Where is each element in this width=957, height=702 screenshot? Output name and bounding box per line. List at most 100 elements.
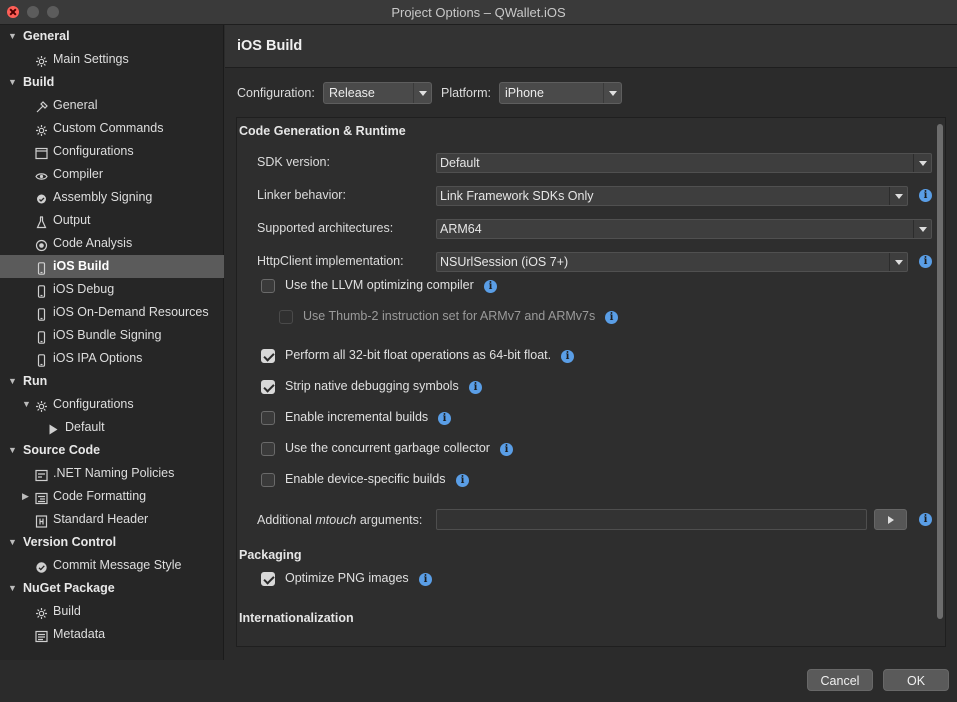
checkbox-label: Enable incremental builds xyxy=(285,410,429,424)
sidebar-item-label: Default xyxy=(65,420,105,434)
sidebar-item-build[interactable]: Build xyxy=(0,600,224,623)
disclosure-triangle-icon[interactable]: ▼ xyxy=(8,531,18,554)
cancel-button[interactable]: Cancel xyxy=(807,669,873,691)
page-title: iOS Build xyxy=(237,38,303,54)
phone-icon xyxy=(35,283,48,298)
phone-icon xyxy=(35,260,48,275)
sidebar-item-metadata[interactable]: Metadata xyxy=(0,623,224,646)
checkbox[interactable] xyxy=(261,442,275,456)
checkbox-checked[interactable] xyxy=(261,380,275,394)
info-icon[interactable]: i xyxy=(456,474,469,487)
sidebar-item-label: Metadata xyxy=(53,627,106,641)
sidebar-item-assembly-signing[interactable]: Assembly Signing xyxy=(0,186,224,209)
info-icon[interactable]: i xyxy=(438,412,451,425)
info-icon[interactable]: i xyxy=(484,280,497,293)
sidebar-item-label: Code Analysis xyxy=(53,236,133,250)
sidebar-item-configurations[interactable]: Configurations xyxy=(0,140,224,163)
disclosure-triangle-icon[interactable]: ▼ xyxy=(22,393,32,416)
sidebar-item-label: Standard Header xyxy=(53,512,149,526)
section-internationalization: Internationalization xyxy=(239,611,354,625)
info-icon[interactable]: i xyxy=(919,513,932,526)
eye-icon xyxy=(35,168,48,181)
header-icon xyxy=(35,513,48,528)
phone-icon xyxy=(35,352,48,367)
info-icon[interactable]: i xyxy=(419,573,432,586)
sidebar-item-source-code[interactable]: ▼ Source Code xyxy=(0,439,224,462)
sidebar-item-build[interactable]: ▼ Build xyxy=(0,71,224,94)
checkbox-label: Strip native debugging symbols xyxy=(285,379,459,393)
disclosure-triangle-icon[interactable]: ▼ xyxy=(8,71,18,94)
httpclient-label: HttpClient implementation: xyxy=(257,254,404,268)
sidebar-item-main-settings[interactable]: Main Settings xyxy=(0,48,224,71)
checkbox-checked[interactable] xyxy=(261,572,275,586)
window-icon xyxy=(35,145,48,160)
httpclient-select[interactable]: NSUrlSession (iOS 7+) xyxy=(436,252,908,272)
info-icon[interactable]: i xyxy=(561,350,574,363)
sidebar-item-net-naming-policies[interactable]: .NET Naming Policies xyxy=(0,462,224,485)
checkbox[interactable] xyxy=(261,473,275,487)
httpclient-value: NSUrlSession (iOS 7+) xyxy=(440,255,569,269)
sidebar-item-label: Configurations xyxy=(53,144,134,158)
checkbox[interactable] xyxy=(261,411,275,425)
mtouch-arguments-label: Additional mtouch arguments: xyxy=(257,513,422,527)
content-area: iOS Build Configuration: Release Platfor… xyxy=(225,25,957,660)
sidebar-item-ios-debug[interactable]: iOS Debug xyxy=(0,278,224,301)
sidebar-item-label: Build xyxy=(23,75,55,89)
supported-architectures-value: ARM64 xyxy=(440,222,482,236)
sdk-version-select[interactable]: Default xyxy=(436,153,932,173)
sidebar-item-version-control[interactable]: ▼ Version Control xyxy=(0,531,224,554)
options-panel: Code Generation & Runtime SDK version: D… xyxy=(236,117,946,647)
phone-icon xyxy=(35,306,48,321)
info-icon[interactable]: i xyxy=(919,189,932,202)
linker-behavior-select[interactable]: Link Framework SDKs Only xyxy=(436,186,908,206)
sidebar-item-general[interactable]: ▼ General xyxy=(0,25,224,48)
info-icon[interactable]: i xyxy=(919,255,932,268)
disclosure-triangle-icon[interactable]: ▼ xyxy=(8,439,18,462)
supported-architectures-select[interactable]: ARM64 xyxy=(436,219,932,239)
chevron-down-icon xyxy=(889,253,907,271)
sidebar-item-code-formatting[interactable]: ▶ Code Formatting xyxy=(0,485,224,508)
ok-button[interactable]: OK xyxy=(883,669,949,691)
checkbox-checked[interactable] xyxy=(261,349,275,363)
platform-select[interactable]: iPhone xyxy=(499,82,622,104)
sidebar-item-commit-message-style[interactable]: Commit Message Style xyxy=(0,554,224,577)
sidebar-item-configurations[interactable]: ▼ Configurations xyxy=(0,393,224,416)
sidebar-item-ios-bundle-signing[interactable]: iOS Bundle Signing xyxy=(0,324,224,347)
sidebar-item-default[interactable]: Default xyxy=(0,416,224,439)
configuration-label: Configuration: xyxy=(237,86,315,100)
sidebar-item-nuget-package[interactable]: ▼ NuGet Package xyxy=(0,577,224,600)
sidebar-item-code-analysis[interactable]: Code Analysis xyxy=(0,232,224,255)
window-title: Project Options – QWallet.iOS xyxy=(391,5,566,20)
list-icon xyxy=(35,628,48,643)
sidebar-item-ios-build[interactable]: iOS Build xyxy=(0,255,224,278)
sidebar-item-ios-on-demand-resources[interactable]: iOS On-Demand Resources xyxy=(0,301,224,324)
checkbox[interactable] xyxy=(261,279,275,293)
info-icon[interactable]: i xyxy=(469,381,482,394)
sidebar-item-label: Assembly Signing xyxy=(53,190,153,204)
sidebar-item-label: Main Settings xyxy=(53,52,129,66)
sidebar-item-label: Output xyxy=(53,213,91,227)
disclosure-triangle-icon[interactable]: ▶ xyxy=(22,485,32,508)
sidebar-item-label: General xyxy=(23,29,70,43)
disclosure-triangle-icon[interactable]: ▼ xyxy=(8,25,18,48)
mtouch-arguments-menu-button[interactable] xyxy=(874,509,907,530)
sidebar-item-standard-header[interactable]: Standard Header xyxy=(0,508,224,531)
flask-icon xyxy=(35,214,48,229)
disclosure-triangle-icon[interactable]: ▼ xyxy=(8,370,18,393)
sidebar-item-label: iOS Build xyxy=(53,259,110,273)
configuration-select[interactable]: Release xyxy=(323,82,432,104)
disclosure-triangle-icon[interactable]: ▼ xyxy=(8,577,18,600)
sidebar-item-compiler[interactable]: Compiler xyxy=(0,163,224,186)
sidebar-item-general[interactable]: General xyxy=(0,94,224,117)
sidebar-item-output[interactable]: Output xyxy=(0,209,224,232)
mtouch-arguments-input[interactable] xyxy=(436,509,867,530)
sidebar-item-ios-ipa-options[interactable]: iOS IPA Options xyxy=(0,347,224,370)
mtouch-label-post: arguments: xyxy=(356,513,423,527)
info-icon[interactable]: i xyxy=(605,311,618,324)
sidebar-item-run[interactable]: ▼ Run xyxy=(0,370,224,393)
scrollbar[interactable] xyxy=(937,124,943,619)
sidebar-item-custom-commands[interactable]: Custom Commands xyxy=(0,117,224,140)
sidebar-item-label: General xyxy=(53,98,98,112)
info-icon[interactable]: i xyxy=(500,443,513,456)
supported-architectures-label: Supported architectures: xyxy=(257,221,394,235)
